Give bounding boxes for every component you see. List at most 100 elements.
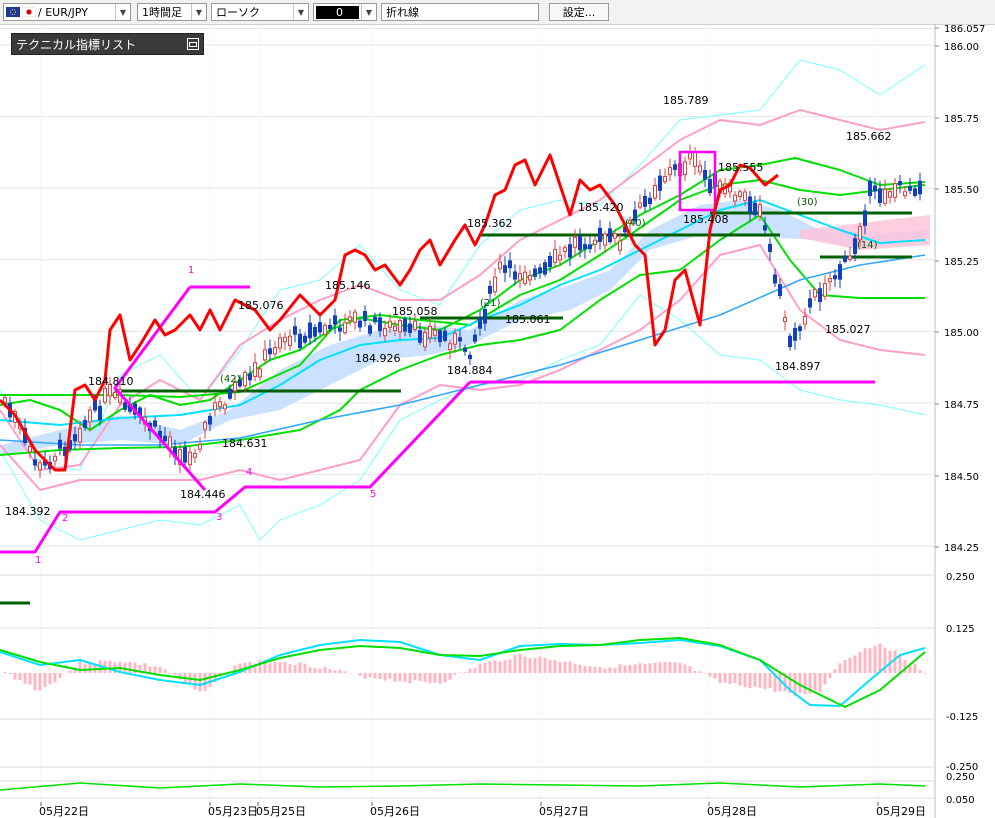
macd-histogram-bar [843,660,847,673]
date-label: 05月22日 [39,805,89,818]
candle-body [388,320,392,328]
chart-style-select[interactable]: ローソク ▼ [211,3,309,21]
candle-body [403,318,407,332]
candle-body [318,322,322,333]
chevron-down-icon[interactable]: ▼ [293,4,308,20]
candle-body [413,320,417,330]
macd-histogram-bar [868,648,872,673]
macd-pane: 0.250 0.125 -0.125 [0,572,978,723]
price-label: 185.555 [718,161,764,174]
candle-body [598,227,602,242]
macd-histogram-bar [193,673,197,690]
candle-body [798,326,802,332]
macd-histogram-bar [438,673,442,684]
candle-body [3,397,7,403]
date-label: 05月23日 [208,805,258,818]
macd-histogram-bar [88,663,92,673]
candle-body [898,181,902,186]
macd-histogram-bar [818,673,822,692]
price-chart[interactable]: 1 1 2 3 4 5 184.392 184.810 184.446 184.631 185.0… [0,24,995,818]
candle-body [828,278,832,283]
candle-body [453,333,457,345]
macd-histogram-bar [673,662,677,673]
candle-body [288,335,292,347]
macd-histogram-bar [413,673,417,681]
candle-body [258,368,262,378]
candle-body [493,276,497,293]
candle-body [333,315,337,325]
macd-histogram-bar [658,662,662,673]
candle-body [423,332,427,348]
macd-histogram-bar [838,663,842,673]
macd-histogram-bar [473,668,477,673]
candle-body [433,329,437,336]
candle-body [513,271,517,280]
price-label: 185.061 [505,313,551,326]
macd-histogram-bar [443,673,447,683]
price-labels: 184.392 184.810 184.446 184.631 185.076 185.1… [5,94,892,518]
candle-body [568,244,572,258]
candle-body [123,402,127,410]
macd-histogram-bar [293,665,297,673]
candle-body [243,371,247,387]
macd-histogram-bar [333,670,337,673]
line-type-field[interactable]: 折れ線 [381,3,539,21]
macd-histogram-bar [3,671,7,673]
macd-histogram-bar [318,668,322,673]
macd-histogram-bar [918,669,922,673]
symbol-select[interactable]: / EUR/JPY ▼ [3,3,131,21]
axis-label: 186.057 [944,24,985,35]
macd-histogram-bar [493,660,497,673]
candle-body [743,191,747,201]
candle-body [303,335,307,343]
chevron-down-icon[interactable]: ▼ [361,4,376,20]
candle-body [188,451,192,466]
timeframe-select[interactable]: 1時間足 ▼ [137,3,207,21]
candle-body [648,197,652,205]
candle-body [778,284,782,297]
color-select[interactable]: 0 ▼ [313,3,377,21]
macd-histogram-bar [648,663,652,673]
candle-body [553,248,557,264]
candle-body [593,239,597,245]
macd-histogram-bar [828,673,832,679]
wave-label: 5 [370,489,376,500]
macd-histogram-bar [483,663,487,673]
candle-body [328,324,332,329]
macd-histogram-bar [738,673,742,686]
candle-body [858,226,862,241]
technical-indicator-panel[interactable]: テクニカル指標リスト [11,33,204,55]
candle-body [578,235,582,251]
macd-histogram-bar [878,643,882,673]
candle-body [193,453,197,458]
candle-body [73,434,77,442]
macd-histogram-bar [593,666,597,673]
candle-body [823,283,827,297]
macd-histogram-bar [753,673,757,687]
macd-histogram-bar [128,661,132,673]
candle-body [488,285,492,294]
macd-histogram-bar [848,657,852,673]
macd-histogram-bar [478,664,482,673]
macd-histogram-bar [383,673,387,681]
candle-body [698,165,702,173]
macd-histogram-bar [323,666,327,673]
price-label: 185.058 [392,305,438,318]
chevron-down-icon[interactable]: ▼ [191,4,206,20]
macd-histogram-bar [533,658,537,673]
macd-histogram-bar [708,673,712,677]
minimize-icon[interactable] [187,38,199,50]
candle-body [673,164,677,170]
timeframe-label: 1時間足 [142,6,182,19]
candle-body [543,262,547,275]
macd-histogram-bar [893,650,897,673]
macd-histogram-bar [343,671,347,673]
candle-body [653,184,657,199]
settings-button[interactable]: 設定... [549,3,609,21]
chevron-down-icon[interactable]: ▼ [115,4,130,20]
candle-body [463,347,467,352]
macd-histogram-bar [513,655,517,673]
candle-body [228,388,232,399]
macd-histogram-bar [613,667,617,673]
macd-histogram-bar [598,667,602,673]
